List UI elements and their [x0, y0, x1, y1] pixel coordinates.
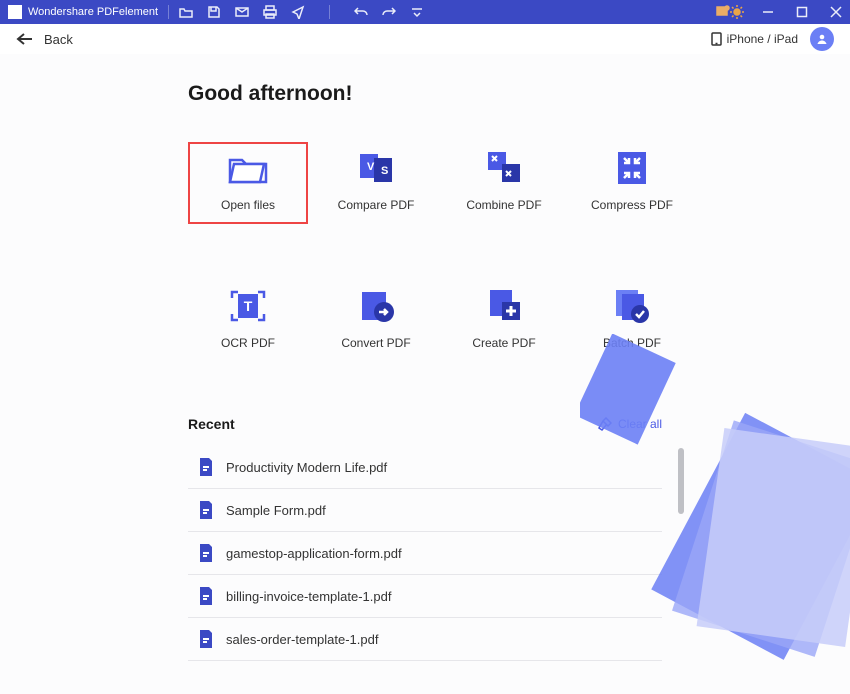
- file-name: gamestop-application-form.pdf: [226, 546, 402, 561]
- combine-icon: [482, 150, 526, 186]
- folder-open-icon: [226, 150, 270, 186]
- action-batch-pdf[interactable]: Batch PDF: [572, 280, 692, 362]
- action-open-files[interactable]: Open files: [188, 142, 308, 224]
- main-content: Good afternoon! Open files VS Compare PD…: [0, 54, 850, 661]
- avatar[interactable]: [810, 27, 834, 51]
- convert-icon: [354, 288, 398, 324]
- user-icon: [816, 33, 828, 45]
- file-name: Sample Form.pdf: [226, 503, 326, 518]
- action-ocr-pdf[interactable]: T OCR PDF: [188, 280, 308, 362]
- file-name: sales-order-template-1.pdf: [226, 632, 378, 647]
- recent-list: Productivity Modern Life.pdf Sample Form…: [188, 446, 662, 661]
- title-bar: Wondershare PDFelement: [0, 0, 850, 24]
- scrollbar-thumb[interactable]: [678, 448, 684, 514]
- print-icon[interactable]: [263, 5, 277, 19]
- compress-icon: [610, 150, 654, 186]
- create-icon: [482, 288, 526, 324]
- pdf-file-icon: [198, 501, 214, 519]
- close-icon[interactable]: [830, 6, 842, 18]
- app-title: Wondershare PDFelement: [28, 6, 158, 18]
- recent-title: Recent: [188, 416, 235, 432]
- pdf-file-icon: [198, 630, 214, 648]
- maximize-icon[interactable]: [796, 6, 808, 18]
- svg-text:V: V: [367, 161, 375, 173]
- action-create-pdf[interactable]: Create PDF: [444, 280, 564, 362]
- list-item[interactable]: Productivity Modern Life.pdf: [188, 446, 662, 489]
- actions-grid: Open files VS Compare PDF Combine PDF Co…: [188, 142, 662, 362]
- action-label: OCR PDF: [221, 336, 275, 350]
- action-combine-pdf[interactable]: Combine PDF: [444, 142, 564, 224]
- customize-menu-icon[interactable]: [410, 5, 424, 19]
- minimize-icon[interactable]: [762, 6, 774, 18]
- undo-icon[interactable]: [354, 5, 368, 19]
- separator: [329, 5, 330, 19]
- folder-open-icon[interactable]: [179, 5, 193, 19]
- action-convert-pdf[interactable]: Convert PDF: [316, 280, 436, 362]
- mail-icon[interactable]: [235, 5, 249, 19]
- compare-icon: VS: [354, 150, 398, 186]
- broom-icon: [598, 417, 612, 431]
- action-label: Batch PDF: [603, 336, 661, 350]
- file-name: billing-invoice-template-1.pdf: [226, 589, 391, 604]
- list-item[interactable]: Sample Form.pdf: [188, 489, 662, 532]
- theme-toggle-icon[interactable]: [730, 5, 744, 19]
- list-item[interactable]: sales-order-template-1.pdf: [188, 618, 662, 661]
- notification-icon[interactable]: [716, 5, 730, 19]
- list-item[interactable]: billing-invoice-template-1.pdf: [188, 575, 662, 618]
- ocr-icon: T: [226, 288, 270, 324]
- greeting-title: Good afternoon!: [188, 82, 662, 106]
- action-label: Combine PDF: [466, 198, 541, 212]
- separator: [168, 5, 169, 19]
- quick-actions: [179, 5, 424, 19]
- phone-icon: [711, 32, 722, 46]
- action-compare-pdf[interactable]: VS Compare PDF: [316, 142, 436, 224]
- action-label: Compare PDF: [338, 198, 415, 212]
- pdf-file-icon: [198, 544, 214, 562]
- file-name: Productivity Modern Life.pdf: [226, 460, 387, 475]
- device-link[interactable]: iPhone / iPad: [711, 32, 798, 46]
- action-label: Compress PDF: [591, 198, 673, 212]
- pdf-file-icon: [198, 458, 214, 476]
- action-label: Create PDF: [472, 336, 535, 350]
- list-item[interactable]: gamestop-application-form.pdf: [188, 532, 662, 575]
- window-controls: [762, 6, 842, 18]
- save-icon[interactable]: [207, 5, 221, 19]
- svg-text:S: S: [381, 165, 388, 177]
- back-label: Back: [44, 32, 73, 47]
- back-arrow-icon: [16, 32, 34, 46]
- action-label: Convert PDF: [341, 336, 410, 350]
- device-label: iPhone / iPad: [727, 32, 798, 46]
- sub-toolbar: Back iPhone / iPad: [0, 24, 850, 54]
- action-compress-pdf[interactable]: Compress PDF: [572, 142, 692, 224]
- app-logo-icon: [8, 5, 22, 19]
- clear-all-button[interactable]: Clear all: [598, 417, 662, 431]
- share-icon[interactable]: [291, 5, 305, 19]
- pdf-file-icon: [198, 587, 214, 605]
- back-button[interactable]: Back: [16, 32, 73, 47]
- clear-all-label: Clear all: [618, 417, 662, 431]
- batch-icon: [610, 288, 654, 324]
- action-label: Open files: [221, 198, 275, 212]
- redo-icon[interactable]: [382, 5, 396, 19]
- svg-text:T: T: [244, 298, 253, 314]
- recent-header: Recent Clear all: [188, 416, 662, 432]
